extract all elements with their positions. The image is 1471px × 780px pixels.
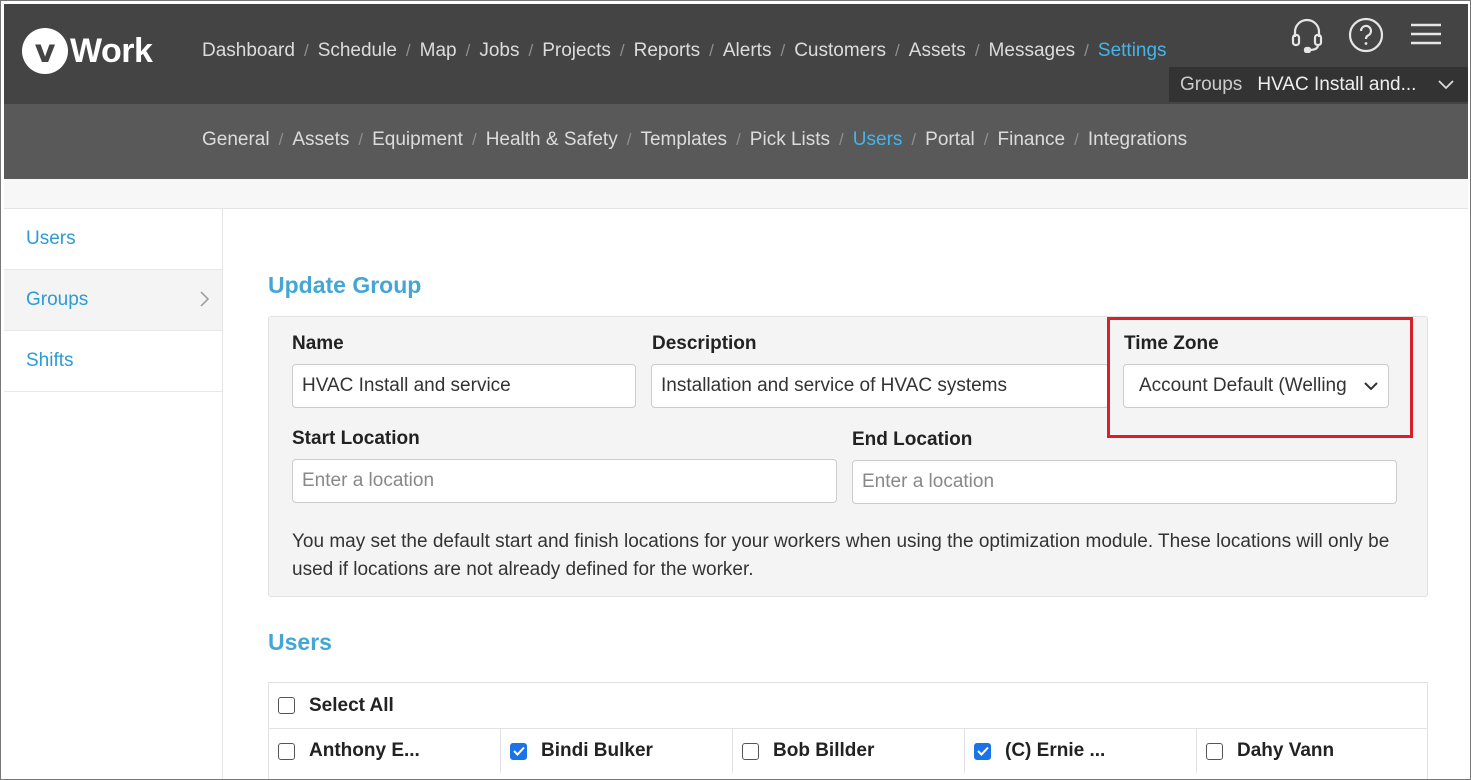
page-header-strip — [4, 179, 1468, 209]
nav-separator: / — [780, 41, 786, 60]
nav-separator: / — [471, 130, 477, 149]
nav-assets[interactable]: Assets — [909, 40, 966, 62]
description-field[interactable]: Installation and service of HVAC systems — [651, 364, 1109, 408]
nav-separator: / — [736, 130, 741, 149]
nav-separator: / — [619, 41, 625, 60]
sidebar-item-label: Shifts — [26, 350, 74, 371]
settings-tab-portal[interactable]: Portal — [925, 129, 975, 151]
chevron-right-icon — [200, 291, 210, 313]
nav-separator: / — [405, 41, 411, 60]
name-field[interactable]: HVAC Install and service — [292, 364, 636, 408]
app-frame: v Work Dashboard / Schedule / Map / Jobs / P… — [0, 0, 1471, 780]
hamburger-menu-icon[interactable] — [1407, 16, 1445, 54]
sidebar-item-users[interactable]: Users — [4, 209, 222, 270]
select-all-label: Select All — [309, 694, 394, 716]
user-name: Dahy Vann — [1237, 740, 1335, 761]
select-all-row: Select All — [269, 683, 1427, 728]
settings-tab-assets[interactable]: Assets — [292, 129, 349, 151]
settings-tab-pick-lists[interactable]: Pick Lists — [750, 129, 830, 151]
nav-separator: / — [839, 130, 844, 149]
group-users-table: Select All Anthony E... Bindi Bulker Bob… — [268, 682, 1428, 779]
start-location-field[interactable]: Enter a location — [292, 459, 837, 503]
nav-separator: / — [709, 41, 714, 60]
user-cell[interactable]: (C) Ernie ... — [965, 728, 1197, 773]
settings-subnav-bar: General / Assets / Equipment / Health & Saf… — [4, 104, 1468, 179]
user-cell[interactable]: Dahy Vann — [1197, 728, 1427, 773]
settings-tab-finance[interactable]: Finance — [998, 129, 1066, 151]
nav-alerts[interactable]: Alerts — [723, 40, 772, 62]
checkbox[interactable] — [742, 742, 759, 760]
nav-separator: / — [974, 41, 980, 60]
main-nav: Dashboard / Schedule / Map / Jobs / Projects… — [202, 40, 1167, 62]
vwork-logo[interactable]: v Work — [22, 28, 153, 74]
checkbox-checked[interactable] — [974, 742, 991, 760]
select-all-checkbox[interactable]: Select All — [269, 683, 1427, 728]
help-icon[interactable] — [1347, 16, 1385, 54]
nav-separator: / — [983, 130, 989, 149]
nav-map[interactable]: Map — [420, 40, 457, 62]
checkbox-checked[interactable] — [510, 742, 527, 760]
chevron-down-icon — [1438, 74, 1454, 96]
nav-schedule[interactable]: Schedule — [318, 40, 397, 62]
end-location-field[interactable]: Enter a location — [852, 460, 1397, 504]
user-cell[interactable]: Bindi Bulker — [501, 728, 733, 773]
user-name: Bindi Bulker — [541, 740, 653, 761]
users-section-title: Users — [268, 629, 332, 655]
checkbox[interactable] — [278, 697, 295, 714]
nav-messages[interactable]: Messages — [989, 40, 1076, 62]
user-name: Anthony E... — [309, 740, 420, 761]
update-group-title: Update Group — [268, 272, 422, 298]
settings-tab-health-safety[interactable]: Health & Safety — [486, 129, 618, 151]
settings-nav: General / Assets / Equipment / Health & Saf… — [202, 129, 1187, 151]
nav-settings[interactable]: Settings — [1098, 40, 1167, 62]
checkbox[interactable] — [1206, 742, 1223, 760]
user-cell[interactable]: Bob Billder — [733, 728, 965, 773]
description-label: Description — [652, 333, 757, 354]
location-help-text: You may set the default start and finish… — [292, 531, 1390, 580]
user-cell[interactable]: Anthony E... — [269, 728, 501, 773]
sidebar-item-label: Users — [26, 228, 76, 249]
checkbox[interactable] — [278, 742, 295, 760]
nav-customers[interactable]: Customers — [794, 40, 886, 62]
users-sidebar: Users Groups Shifts — [4, 209, 223, 779]
logo-text: Work — [70, 31, 153, 70]
nav-separator: / — [1074, 130, 1079, 149]
settings-tab-templates[interactable]: Templates — [640, 129, 727, 151]
user-name: Bob Billder — [773, 740, 875, 761]
headset-icon[interactable] — [1288, 16, 1326, 54]
nav-separator: / — [278, 130, 284, 149]
sidebar-item-shifts[interactable]: Shifts — [4, 331, 222, 392]
settings-tab-users[interactable]: Users — [853, 129, 903, 151]
settings-tab-equipment[interactable]: Equipment — [372, 129, 463, 151]
nav-projects[interactable]: Projects — [542, 40, 611, 62]
top-navbar: v Work Dashboard / Schedule / Map / Jobs / P… — [4, 4, 1468, 104]
main-content: Update Group Name HVAC Install and servi… — [223, 209, 1468, 779]
nav-separator: / — [465, 41, 471, 60]
group-switcher-label: Groups — [1180, 73, 1243, 95]
nav-separator: / — [303, 41, 309, 60]
table-row: Anthony E... Bindi Bulker Bob Billder (C… — [269, 728, 1427, 773]
nav-separator: / — [1084, 41, 1089, 60]
settings-tab-general[interactable]: General — [202, 129, 270, 151]
timezone-highlight-box — [1107, 317, 1413, 438]
nav-separator: / — [528, 41, 534, 60]
nav-separator: / — [911, 130, 917, 149]
end-location-label: End Location — [852, 429, 973, 450]
sidebar-item-label: Groups — [26, 289, 89, 310]
sidebar-item-groups[interactable]: Groups — [4, 270, 222, 331]
name-label: Name — [292, 333, 344, 354]
group-switcher-value: HVAC Install and... — [1257, 73, 1417, 95]
nav-separator: / — [358, 130, 364, 149]
settings-tab-integrations[interactable]: Integrations — [1088, 129, 1187, 151]
nav-jobs[interactable]: Jobs — [479, 40, 519, 62]
logo-mark: v — [22, 28, 68, 74]
nav-dashboard[interactable]: Dashboard — [202, 40, 295, 62]
user-name: (C) Ernie ... — [1005, 740, 1106, 761]
nav-reports[interactable]: Reports — [634, 40, 701, 62]
start-location-label: Start Location — [292, 428, 420, 449]
nav-separator: / — [895, 41, 900, 60]
nav-separator: / — [626, 130, 632, 149]
group-switcher[interactable]: Groups HVAC Install and... — [1169, 67, 1468, 102]
